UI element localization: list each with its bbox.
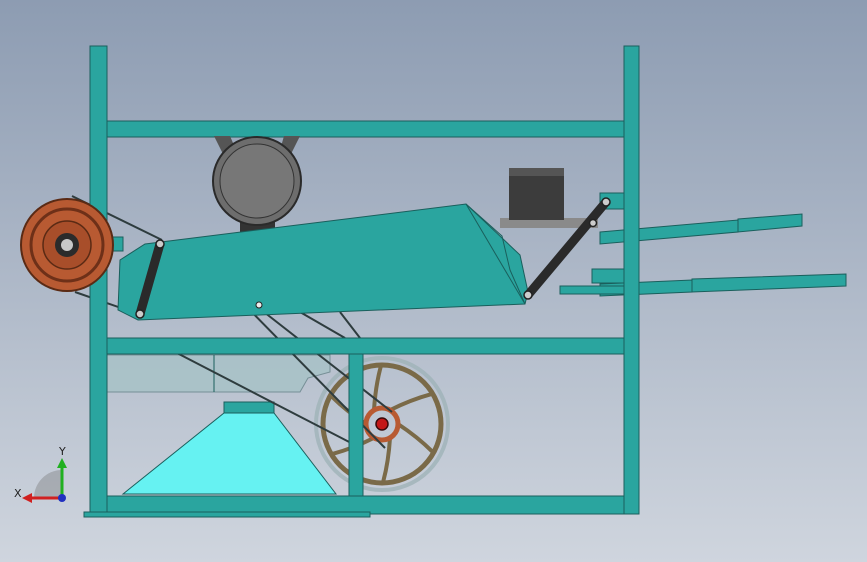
gearbox-cover [509,168,564,176]
wheel-hub-icon [375,417,389,431]
rear-link-pin-mid [588,218,598,228]
handle-bracket-lower [591,268,625,284]
assembly-side-view: Y X [0,0,867,562]
rear-link-pin-top [601,197,611,207]
top-rail [106,120,625,138]
triad-x-label: X [14,487,22,500]
hopper-neck [223,401,275,414]
triad-y-label: Y [58,445,66,458]
front-pulley [20,198,114,292]
rear-link-pin-bottom [523,290,533,300]
pulley-hub-icon [61,239,73,251]
front-link-pin-top [155,239,165,249]
handle-strap [559,285,625,295]
front-link-pin-bottom [135,309,145,319]
middle-rail [106,337,625,355]
motor-face [219,143,295,219]
right-post [623,45,640,515]
base-skid [83,511,371,518]
center-post [348,353,364,497]
triad-origin [58,494,66,502]
drum-bolt [255,301,263,309]
cad-viewport[interactable]: Y X [0,0,867,562]
bottom-rail [106,495,625,515]
